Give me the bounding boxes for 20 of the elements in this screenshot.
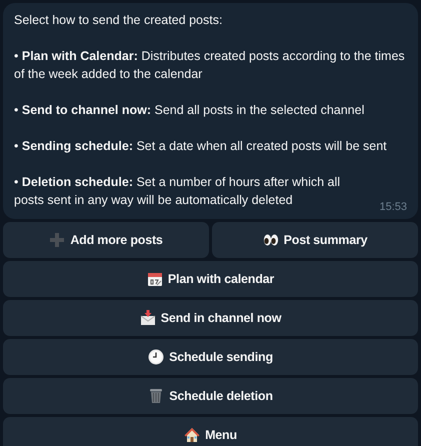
keyboard-button[interactable]: Schedule sending	[3, 339, 418, 375]
envelope-icon	[140, 310, 156, 326]
keyboard-button[interactable]: Add more posts	[3, 222, 209, 258]
trash-icon	[148, 388, 164, 404]
keyboard-button[interactable]: Schedule deletion	[3, 378, 418, 414]
message-paragraph: • Sending schedule: Set a date when all created posts will be sent	[14, 138, 388, 155]
message-paragraph: • Send to channel now: Send all posts in the selected channel	[14, 102, 366, 119]
keyboard-button[interactable]: Send in channel now	[3, 300, 418, 336]
house-icon	[184, 427, 200, 443]
message-paragraph: Select how to send the created posts:	[14, 12, 224, 29]
clock-icon	[148, 349, 164, 365]
message-time: 15:53	[379, 201, 407, 213]
keyboard-button[interactable]: Plan with calendar	[3, 261, 418, 297]
calendar-icon	[146, 271, 163, 287]
message-paragraph: • Plan with Calendar: Distributes created posts according to the times of the week added to the calendar	[14, 48, 406, 83]
keyboard-button[interactable]: Menu	[3, 417, 418, 446]
message-paragraph: • Deletion schedule: Set a number of hours after which all posts sent in any way will be automatically deleted	[14, 174, 342, 209]
eyes-icon	[262, 232, 279, 248]
plus-icon	[49, 232, 66, 248]
keyboard-button[interactable]: Post summary	[212, 222, 418, 258]
